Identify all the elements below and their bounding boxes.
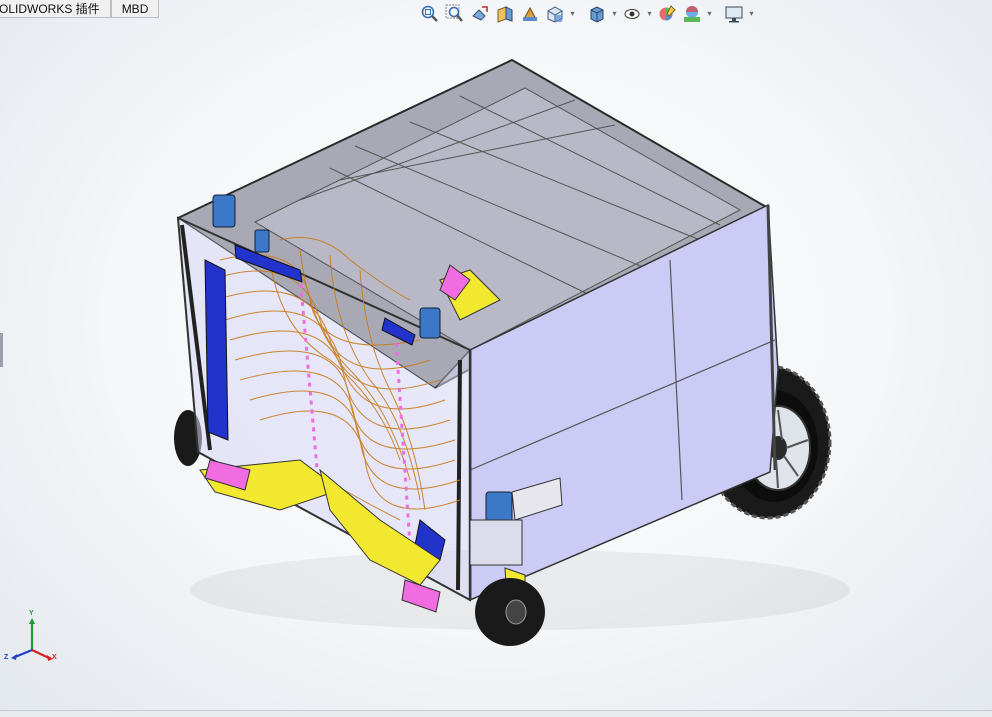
y-axis-label: Y (29, 610, 34, 617)
graphics-area-model[interactable] (0, 0, 992, 717)
reference-triad: Y X Z (2, 610, 62, 670)
zoom-to-area-icon[interactable] (443, 3, 467, 25)
view-orientation-caret[interactable]: ▾ (568, 3, 577, 25)
tab-mbd[interactable]: MBD (110, 0, 160, 18)
view-settings-icon[interactable] (722, 3, 746, 25)
x-axis-label: X (52, 654, 57, 661)
apply-scene-icon[interactable] (680, 3, 704, 25)
display-style-caret[interactable]: ▾ (610, 3, 619, 25)
display-style-icon[interactable] (585, 3, 609, 25)
command-manager-tabs: OLIDWORKS 插件 MBD (0, 0, 160, 19)
z-axis-label: Z (4, 654, 9, 661)
edit-appearance-icon[interactable] (655, 3, 679, 25)
status-bar (0, 710, 992, 717)
heads-up-view-toolbar: ▾ ▾ ▾ ▾ ▾ (418, 2, 756, 26)
panel-collapse-handle[interactable] (0, 333, 3, 367)
apply-scene-caret[interactable]: ▾ (705, 3, 714, 25)
section-view-icon[interactable] (493, 3, 517, 25)
tab-solidworks-addins[interactable]: OLIDWORKS 插件 (0, 0, 111, 18)
dynamic-annotation-views-icon[interactable] (518, 3, 542, 25)
zoom-to-fit-icon[interactable] (418, 3, 442, 25)
view-orientation-icon[interactable] (543, 3, 567, 25)
view-settings-caret[interactable]: ▾ (747, 3, 756, 25)
hide-show-items-icon[interactable] (620, 3, 644, 25)
previous-view-icon[interactable] (468, 3, 492, 25)
hide-show-items-caret[interactable]: ▾ (645, 3, 654, 25)
axis-triad-icon (11, 618, 53, 661)
